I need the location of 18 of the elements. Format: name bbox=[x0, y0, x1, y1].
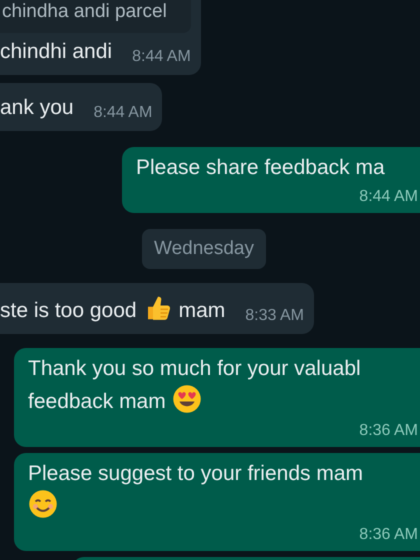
message-time: 8:44 AM bbox=[132, 46, 191, 66]
message-text: ank you bbox=[0, 96, 74, 118]
message-text: Please share feedback ma bbox=[136, 156, 385, 178]
message-text: chindhi andi bbox=[0, 40, 112, 62]
message-text: ste is too good bbox=[0, 299, 137, 322]
smiling-face-icon bbox=[28, 489, 58, 519]
heart-eyes-emoji-icon bbox=[172, 384, 202, 414]
message-time: 8:44 AM bbox=[358, 186, 418, 206]
message-time: 8:36 AM bbox=[358, 421, 418, 441]
message-time: 8:44 AM bbox=[94, 102, 152, 122]
message-text: mam bbox=[178, 299, 226, 322]
quoted-message: chindha andi parcel bbox=[0, 0, 191, 32]
message-text: Thank you so much for your valuabl bbox=[28, 357, 361, 380]
date-chip: Wednesday bbox=[142, 228, 266, 269]
message-time: 8:33 AM bbox=[245, 306, 304, 326]
message-text: feedback mam bbox=[28, 390, 166, 413]
message-text: Please suggest to your friends mam bbox=[28, 462, 363, 485]
message-time: 8:36 AM bbox=[358, 525, 418, 545]
